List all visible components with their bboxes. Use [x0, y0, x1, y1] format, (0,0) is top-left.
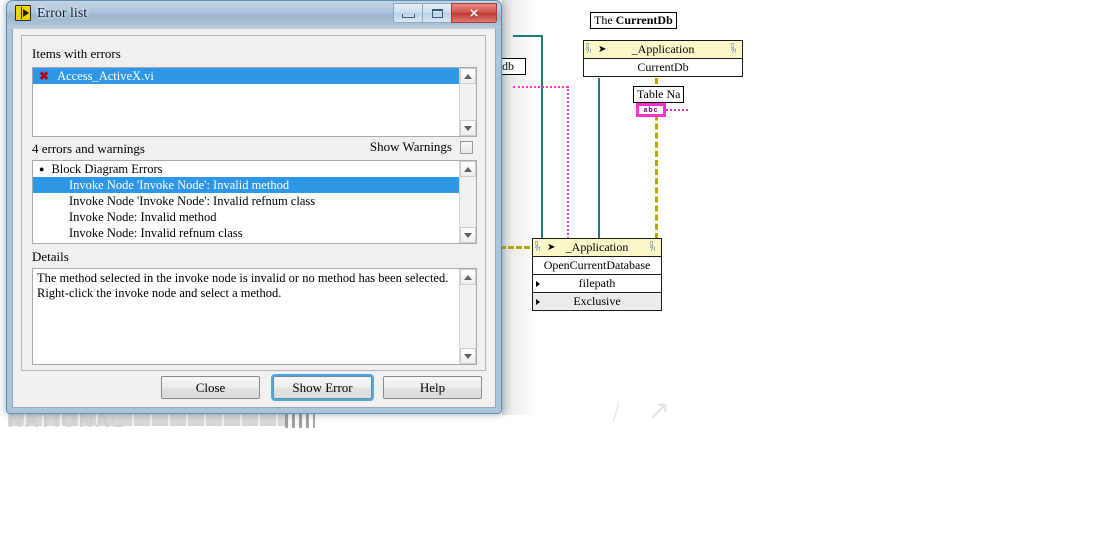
scroll-down-button[interactable]	[460, 348, 476, 364]
details-label: Details	[32, 249, 69, 264]
invoke-node-opencurrentdatabase[interactable]: ▯?! ➤ _Application ▯?! OpenCurrentDataba…	[532, 238, 662, 311]
error-listbox-scrollbar[interactable]	[459, 161, 476, 243]
labview-vi-icon	[15, 5, 31, 21]
list-item[interactable]: Invoke Node 'Invoke Node': Invalid refnu…	[33, 193, 459, 209]
invoke-node-param-filepath[interactable]: filepath	[533, 275, 661, 293]
items-with-errors-rows: ✖ Access_ActiveX.vi	[33, 68, 459, 136]
list-item[interactable]: Invoke Node: Invalid method	[33, 209, 459, 225]
invoke-node-open-method[interactable]: OpenCurrentDatabase	[533, 257, 661, 275]
list-item-group[interactable]: ● Block Diagram Errors	[33, 161, 459, 177]
scroll-up-button[interactable]	[460, 68, 476, 84]
refnum-glyph-right-icon: ▯?!	[650, 241, 656, 253]
chevron-down-icon	[464, 232, 472, 238]
chevron-up-icon	[464, 274, 472, 280]
chevron-down-icon	[464, 125, 472, 131]
bullet-icon: ●	[39, 163, 45, 174]
list-item[interactable]: Invoke Node: Invalid refnum class	[33, 225, 459, 241]
chevron-up-icon	[464, 73, 472, 79]
invoke-node-currentdb-method[interactable]: CurrentDb	[584, 59, 742, 76]
scroll-up-button[interactable]	[460, 269, 476, 285]
wire-teal-vertical-right	[598, 78, 600, 250]
details-scrollbar[interactable]	[459, 269, 476, 364]
list-item[interactable]: ✖ Access_ActiveX.vi	[33, 68, 459, 84]
list-item-label: Access_ActiveX.vi	[57, 69, 154, 83]
close-icon: ×	[469, 4, 479, 22]
dialog-client-area: Items with errors ✖ Access_ActiveX.vi 4 …	[12, 28, 496, 408]
minimize-button[interactable]	[393, 3, 422, 23]
items-with-errors-label: Items with errors	[32, 46, 121, 61]
error-details-listbox[interactable]: ● Block Diagram Errors Invoke Node 'Invo…	[32, 160, 477, 244]
invoke-node-currentdb-header-label: _Application	[631, 42, 695, 56]
invoke-arrow-icon: ➤	[547, 242, 556, 253]
invoke-node-open-header-label: _Application	[565, 240, 629, 254]
chevron-up-icon	[464, 166, 472, 172]
details-textbox[interactable]: The method selected in the invoke node i…	[32, 268, 477, 365]
maximize-button[interactable]	[422, 3, 451, 23]
scroll-down-button[interactable]	[460, 120, 476, 136]
list-item-label: Invoke Node: Invalid method	[69, 210, 217, 224]
wire-pink-terminal	[666, 109, 688, 111]
error-x-icon: ✖	[39, 69, 50, 83]
invoke-node-currentdb-header: ▯?! ➤ _Application ▯?!	[584, 41, 742, 59]
details-text: The method selected in the invoke node i…	[37, 271, 449, 300]
scroll-down-button[interactable]	[460, 227, 476, 243]
chevron-down-icon	[464, 353, 472, 359]
show-warnings-control[interactable]: Show Warnings	[370, 139, 473, 155]
close-button[interactable]: ×	[451, 3, 497, 23]
param-filepath-label: filepath	[578, 276, 616, 290]
param-triangle-icon	[536, 299, 540, 305]
wire-pink-vertical	[567, 86, 569, 246]
param-triangle-icon	[536, 281, 540, 287]
error-group-panel: Items with errors ✖ Access_ActiveX.vi 4 …	[21, 35, 486, 371]
error-rows: ● Block Diagram Errors Invoke Node 'Invo…	[33, 161, 459, 243]
string-terminal-abc[interactable]: abc	[636, 103, 666, 117]
background-smudge-1: \	[604, 398, 628, 427]
wire-pink-horizontal	[513, 86, 568, 88]
list-item-label: Invoke Node: Invalid refnum class	[69, 226, 243, 240]
refnum-glyph-right-icon: ▯?!	[731, 43, 737, 55]
screen-root: db The CurrentDb ▯?! ➤ _Application ▯?! …	[0, 0, 1108, 545]
window-title: Error list	[37, 6, 88, 21]
invoke-node-open-header: ▯?! ➤ _Application ▯?!	[533, 239, 661, 257]
wire-teal-top	[513, 35, 543, 37]
background-smudge-2: ↗	[648, 396, 670, 425]
invoke-node-currentdb[interactable]: ▯?! ➤ _Application ▯?! CurrentDb	[583, 40, 743, 77]
error-list-dialog: Error list × Items with errors ✖ Access_…	[6, 0, 502, 414]
maximize-icon	[431, 8, 443, 18]
diagram-db-label: db	[498, 58, 526, 75]
refnum-glyph-icon: ▯?!	[586, 43, 592, 55]
minimize-icon	[401, 13, 415, 18]
diagram-table-name-label: Table Na	[633, 86, 685, 103]
list-item-label: Invoke Node 'Invoke Node': Invalid metho…	[69, 178, 290, 192]
items-with-errors-listbox[interactable]: ✖ Access_ActiveX.vi	[32, 67, 477, 137]
help-button[interactable]: Help	[383, 376, 482, 399]
refnum-glyph-icon: ▯?!	[535, 241, 541, 253]
show-error-button[interactable]: Show Error	[273, 376, 372, 399]
items-listbox-scrollbar[interactable]	[459, 68, 476, 136]
close-button-dialog[interactable]: Close	[161, 376, 260, 399]
list-item-label: Block Diagram Errors	[51, 162, 163, 176]
invoke-node-param-exclusive[interactable]: Exclusive	[533, 293, 661, 310]
param-exclusive-label: Exclusive	[573, 294, 621, 308]
scroll-up-button[interactable]	[460, 161, 476, 177]
wire-teal-vertical-left	[541, 35, 543, 250]
list-item-label: Invoke Node 'Invoke Node': Invalid refnu…	[69, 194, 316, 208]
errors-summary-label: 4 errors and warnings	[32, 141, 145, 156]
list-item[interactable]: Invoke Node 'Invoke Node': Invalid metho…	[33, 177, 459, 193]
window-controls: ×	[393, 3, 497, 23]
show-warnings-checkbox[interactable]	[460, 140, 473, 154]
invoke-arrow-icon: ➤	[598, 44, 607, 55]
diagram-comment-top: The CurrentDb	[590, 12, 677, 29]
show-warnings-label: Show Warnings	[369, 139, 452, 154]
